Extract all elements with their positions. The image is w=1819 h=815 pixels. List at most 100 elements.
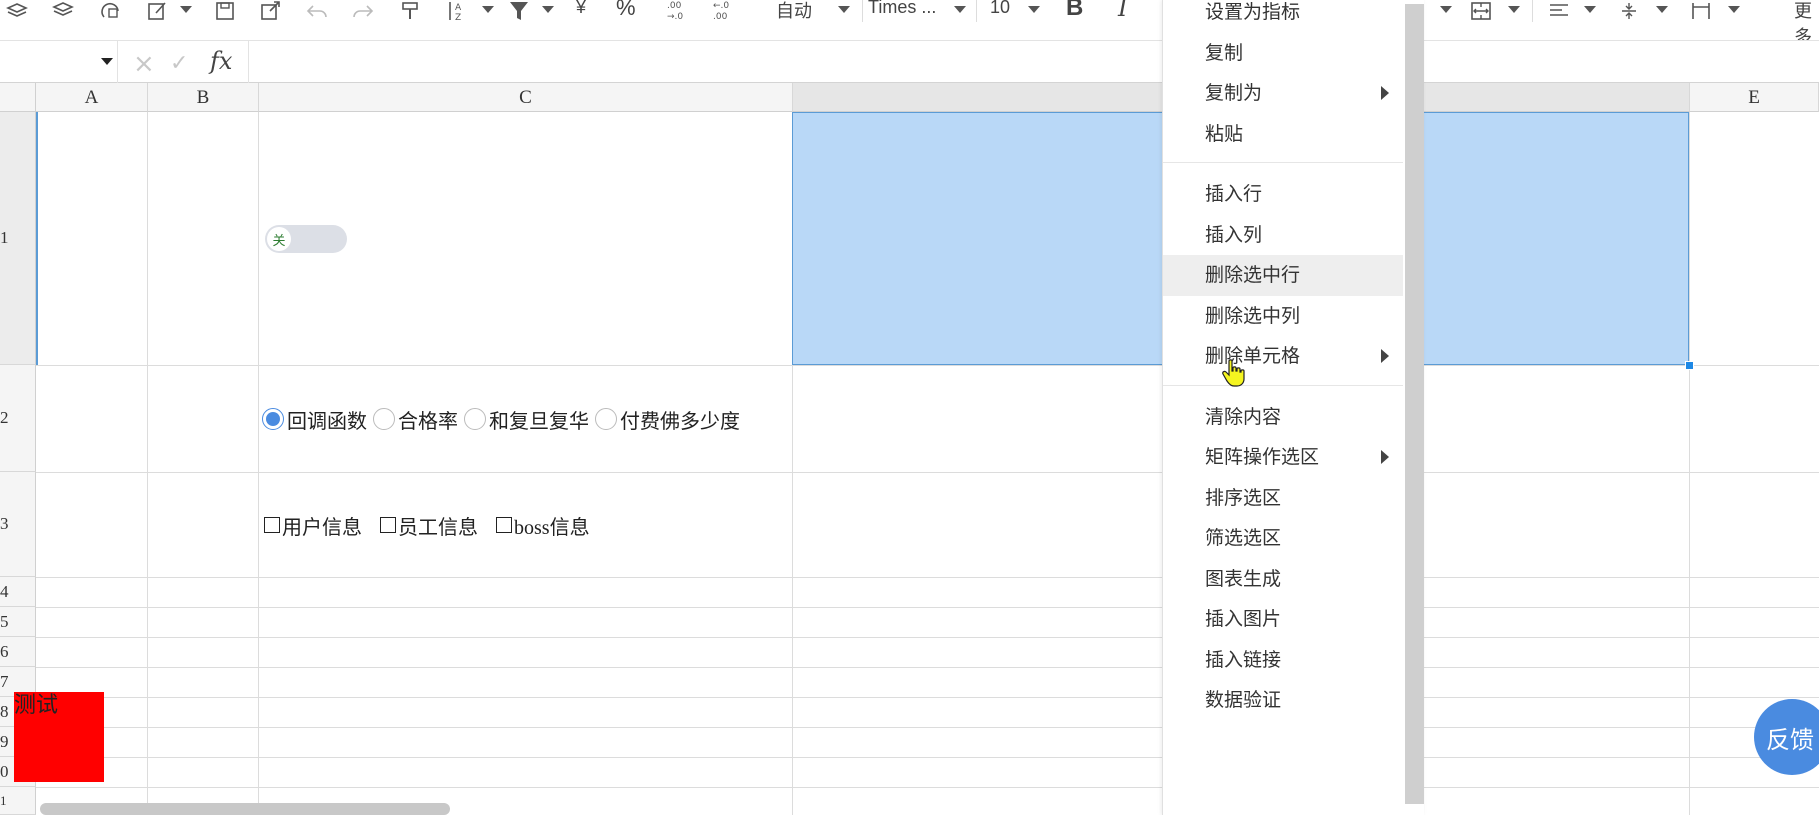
layers-icon[interactable] xyxy=(4,0,30,22)
formula-input[interactable] xyxy=(248,41,1148,83)
italic-button[interactable]: I xyxy=(1118,0,1127,22)
redo-icon[interactable] xyxy=(350,0,376,22)
align-left-icon[interactable] xyxy=(1546,0,1572,22)
context-menu-item[interactable]: 清除内容 xyxy=(1163,397,1403,438)
context-menu-item[interactable]: 删除单元格 xyxy=(1163,336,1403,377)
font-size-select[interactable]: 10 xyxy=(990,0,1010,18)
context-menu-item[interactable]: 排序选区 xyxy=(1163,478,1403,519)
toggle-switch[interactable]: 关 xyxy=(265,225,347,253)
radio-option-1[interactable]: 回调函数 xyxy=(262,405,367,434)
svg-text:.00: .00 xyxy=(667,1,682,11)
font-size-mode-caret-icon[interactable] xyxy=(838,6,850,13)
bold-button[interactable]: B xyxy=(1066,0,1083,22)
layers-stack-icon[interactable] xyxy=(50,0,76,22)
column-header-a[interactable]: A xyxy=(36,83,148,112)
context-menu-item[interactable]: 插入图片 xyxy=(1163,599,1403,640)
context-menu-item-label: 复制 xyxy=(1205,41,1244,64)
column-header-e[interactable]: E xyxy=(1690,83,1819,112)
percent-icon[interactable]: % xyxy=(616,0,636,21)
radio-button[interactable] xyxy=(595,408,617,430)
edit-doc-icon[interactable] xyxy=(144,0,170,22)
merge-cells-icon[interactable] xyxy=(1468,0,1494,22)
decrease-decimal-icon[interactable]: ←.0.00 xyxy=(710,0,738,22)
radio-button-checked[interactable] xyxy=(262,408,284,430)
horizontal-scrollbar[interactable] xyxy=(40,803,450,815)
sort-caret-icon[interactable] xyxy=(482,6,494,13)
checkbox[interactable] xyxy=(264,517,280,533)
grid-line xyxy=(36,472,1819,473)
align-caret-icon[interactable] xyxy=(1584,6,1596,13)
vertical-align-caret-icon[interactable] xyxy=(1656,6,1668,13)
grid-line xyxy=(147,112,148,815)
context-menu-item[interactable]: 删除选中列 xyxy=(1163,296,1403,337)
chart-refresh-icon[interactable] xyxy=(98,0,124,22)
context-menu-item[interactable]: 图表生成 xyxy=(1163,559,1403,600)
radio-option-4[interactable]: 付费佛多少度 xyxy=(595,405,740,434)
context-menu-item[interactable]: 插入列 xyxy=(1163,215,1403,256)
column-header-b[interactable]: B xyxy=(148,83,259,112)
active-cell-border xyxy=(36,112,38,365)
filter-icon[interactable] xyxy=(506,0,532,22)
edit-doc-caret-icon[interactable] xyxy=(180,6,192,13)
checkbox[interactable] xyxy=(496,517,512,533)
context-menu-item[interactable]: 筛选选区 xyxy=(1163,518,1403,559)
radio-option-3[interactable]: 和复旦复华 xyxy=(464,405,589,434)
row-header-4[interactable]: 4 xyxy=(0,577,36,607)
context-menu-item-label: 复制为 xyxy=(1205,82,1263,104)
hand-cursor-icon xyxy=(1222,359,1245,387)
font-size-mode-select[interactable]: 自动 xyxy=(776,0,812,23)
fill-handle[interactable] xyxy=(1685,361,1694,370)
context-menu-item[interactable]: 粘贴 xyxy=(1163,114,1403,155)
context-menu-item[interactable]: 矩阵操作选区 xyxy=(1163,437,1403,478)
floating-text-box[interactable]: 测试 xyxy=(14,692,104,782)
confirm-icon[interactable]: ✓ xyxy=(170,51,188,76)
merge-caret-icon[interactable] xyxy=(1508,6,1520,13)
row-header-1[interactable]: 1 xyxy=(0,112,36,365)
context-menu-item[interactable]: 插入行 xyxy=(1163,174,1403,215)
context-menu-item[interactable]: 复制为 xyxy=(1163,73,1403,114)
checkbox[interactable] xyxy=(380,517,396,533)
context-menu-item-label: 清除内容 xyxy=(1205,405,1282,428)
context-menu-item[interactable]: 删除选中行 xyxy=(1163,255,1403,296)
undo-icon[interactable] xyxy=(304,0,330,22)
checkbox-option-2[interactable]: 员工信息 xyxy=(380,511,478,540)
radio-button[interactable] xyxy=(373,408,395,430)
text-wrap-icon[interactable] xyxy=(1688,0,1714,22)
svg-text:→.0: →.0 xyxy=(667,12,683,22)
font-size-caret-icon[interactable] xyxy=(1028,6,1040,13)
checkbox-label: boss信息 xyxy=(514,516,590,539)
font-name-caret-icon[interactable] xyxy=(954,6,966,13)
currency-icon[interactable]: ¥ xyxy=(576,0,586,18)
row-header-6[interactable]: 6 xyxy=(0,637,36,667)
vertical-align-icon[interactable] xyxy=(1618,0,1640,22)
column-header-c[interactable]: C xyxy=(259,83,793,112)
row-header-5[interactable]: 5 xyxy=(0,607,36,637)
filter-caret-icon[interactable] xyxy=(542,6,554,13)
font-name-select[interactable]: Times ... xyxy=(868,0,936,18)
increase-decimal-icon[interactable]: .00 →.0 xyxy=(664,0,692,22)
save-icon[interactable] xyxy=(212,0,238,22)
context-menu-item[interactable]: 复制 xyxy=(1163,33,1403,74)
sort-az-icon[interactable]: AZ xyxy=(444,0,470,22)
radio-button[interactable] xyxy=(464,408,486,430)
checkbox-option-3[interactable]: boss信息 xyxy=(496,511,590,540)
row-header-2[interactable]: 2 xyxy=(0,365,36,472)
context-menu-item[interactable]: 插入链接 xyxy=(1163,640,1403,681)
border-caret-icon[interactable] xyxy=(1440,6,1452,13)
row-header-11[interactable]: 1 xyxy=(0,787,36,815)
row-header-3[interactable]: 3 xyxy=(0,472,36,577)
cancel-icon[interactable]: × xyxy=(133,49,155,79)
submenu-arrow-icon xyxy=(1381,86,1389,101)
radio-option-2[interactable]: 合格率 xyxy=(373,405,458,434)
text-wrap-caret-icon[interactable] xyxy=(1728,6,1740,13)
select-all-corner[interactable] xyxy=(0,83,36,112)
context-menu-item-label: 插入列 xyxy=(1205,223,1263,246)
context-menu-item[interactable]: 设置为指标 xyxy=(1163,0,1403,33)
export-icon[interactable] xyxy=(258,0,284,22)
name-box-caret-icon[interactable] xyxy=(101,58,113,65)
context-menu-item[interactable]: 数据验证 xyxy=(1163,680,1403,721)
name-box[interactable] xyxy=(0,41,118,83)
context-menu-scrollbar[interactable] xyxy=(1405,4,1424,804)
format-painter-icon[interactable] xyxy=(398,0,424,22)
checkbox-option-1[interactable]: 用户信息 xyxy=(264,511,362,540)
